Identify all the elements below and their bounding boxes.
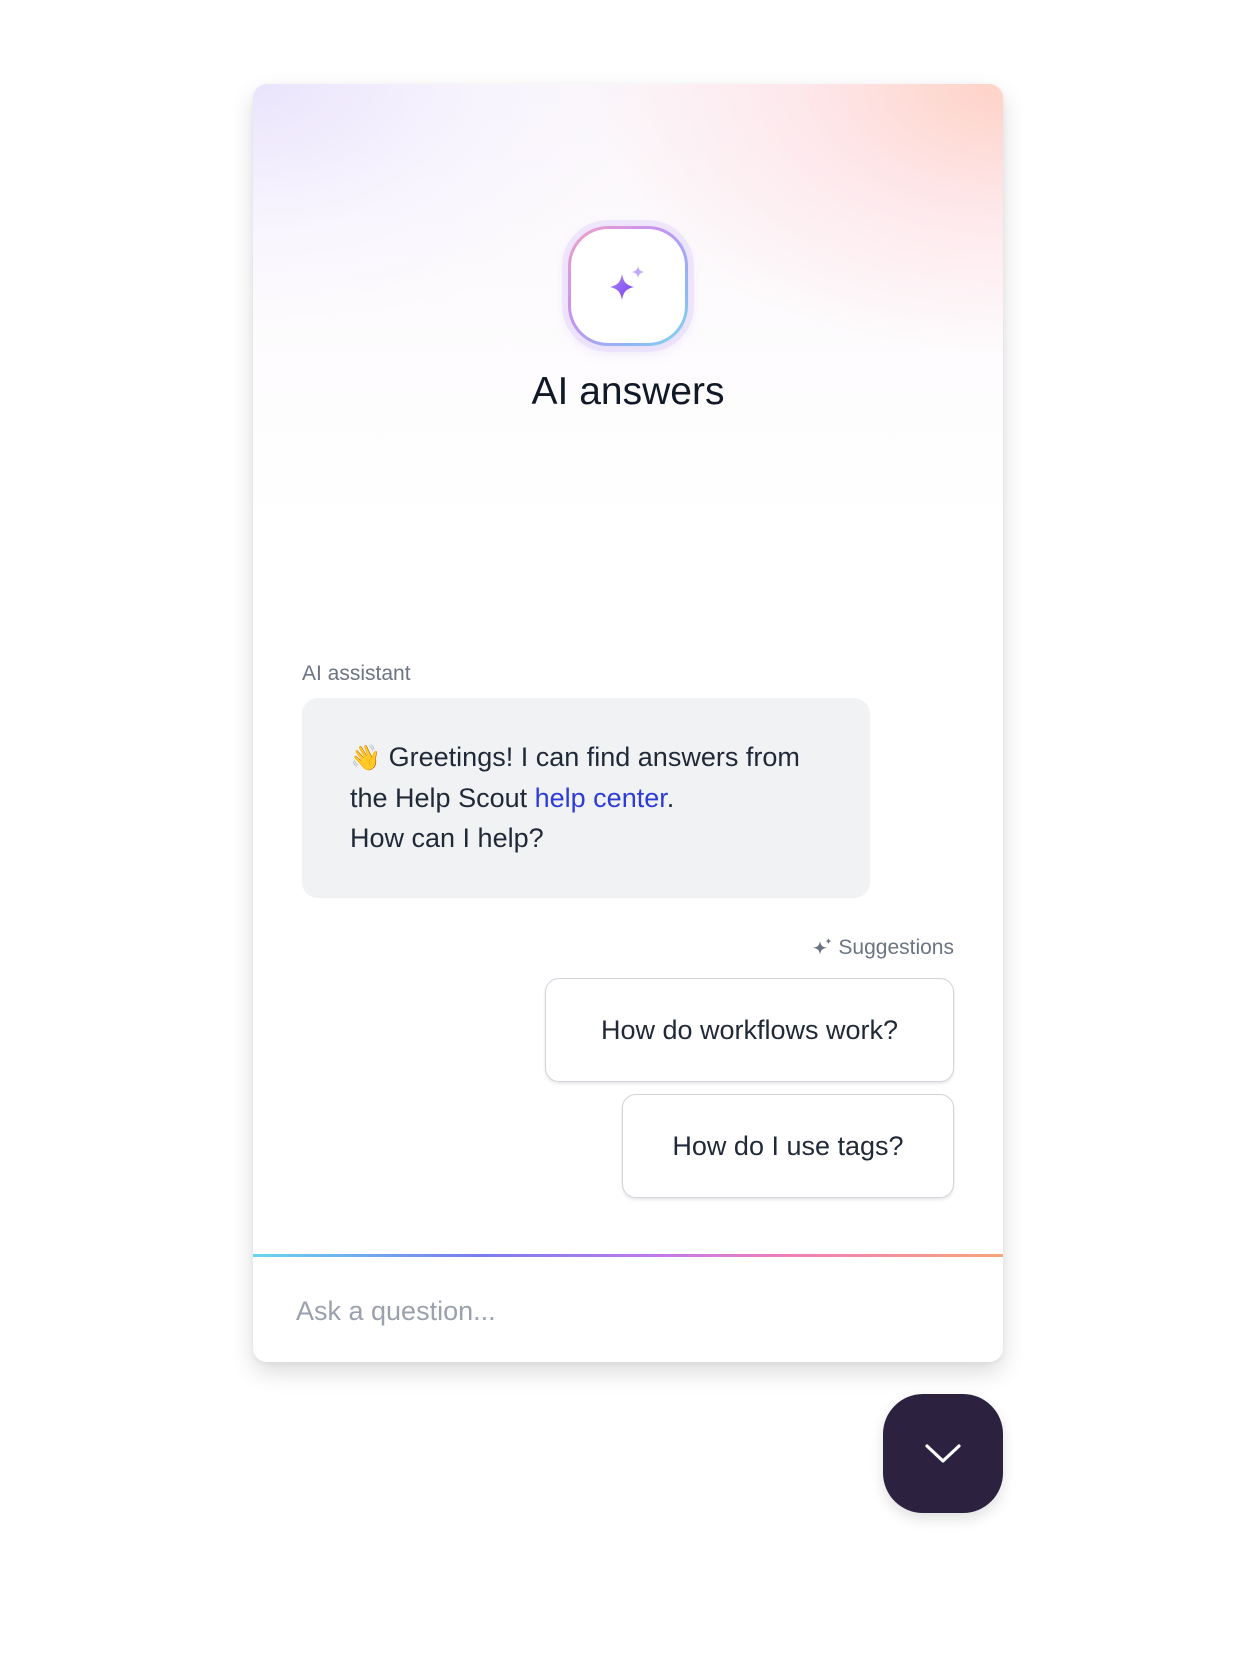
suggestion-chip[interactable]: How do I use tags? [622, 1094, 954, 1198]
question-input[interactable] [294, 1275, 958, 1347]
page: AI answers AI assistant 👋 Greetings! I c… [0, 0, 1247, 1662]
widget-toggle-button[interactable] [883, 1394, 1003, 1513]
sparkles-icon [610, 266, 644, 300]
ai-answers-widget: AI answers AI assistant 👋 Greetings! I c… [253, 84, 1003, 1362]
sparkle-icon [813, 938, 833, 955]
waving-hand-emoji: 👋 [350, 744, 382, 772]
suggestions-header: Suggestions [812, 936, 954, 960]
composer [253, 1257, 1003, 1362]
widget-title: AI answers [531, 370, 725, 413]
greeting-punctuation: . [666, 783, 675, 813]
assistant-message-bubble: 👋 Greetings! I can find answers from the… [302, 698, 870, 898]
widget-header: AI answers [253, 84, 1003, 524]
suggestions-label: Suggestions [838, 936, 954, 959]
greeting-question: How can I help? [350, 823, 544, 853]
chevron-down-icon [925, 1443, 961, 1463]
help-center-link[interactable]: help center [535, 783, 667, 813]
sender-label: AI assistant [302, 662, 411, 685]
ai-answers-app-icon [568, 226, 688, 346]
suggestion-chip[interactable]: How do workflows work? [545, 978, 954, 1082]
